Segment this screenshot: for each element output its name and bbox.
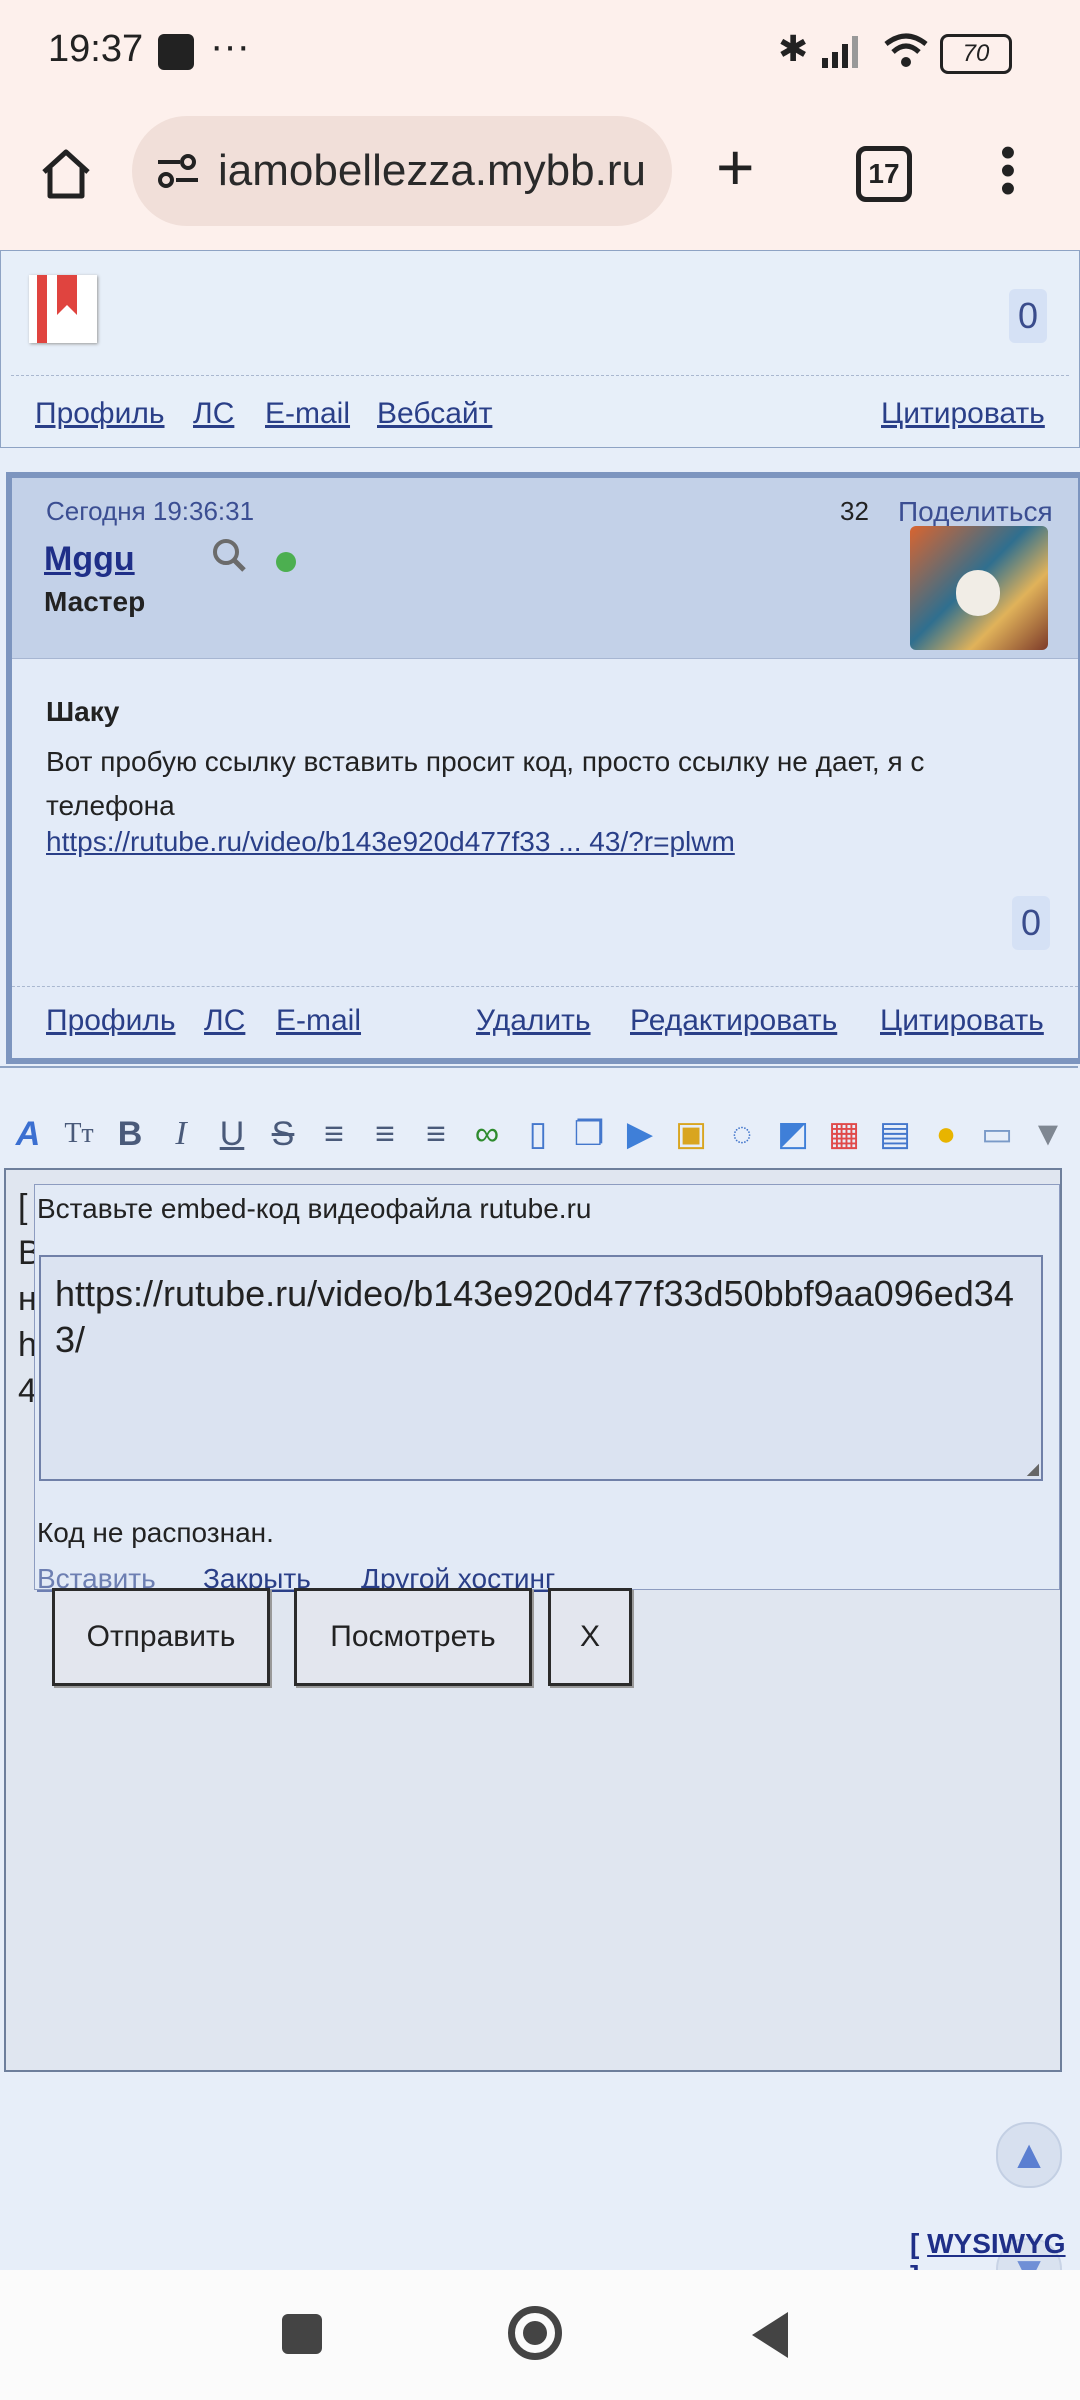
arrow-up-icon: ▲ [1009,2133,1049,2177]
status-time: 19:37 [48,28,144,70]
preview-button[interactable]: Посмотреть [294,1588,532,1686]
italic-icon[interactable]: I [161,1114,201,1154]
lock-icon[interactable]: ▣ [671,1114,711,1154]
status-bar: 19:37 ··· ✱ 70 [0,0,1080,104]
send-button[interactable]: Отправить [52,1588,270,1686]
signal-icon [822,36,858,68]
speech-icon[interactable]: ◌ [722,1114,762,1154]
browser-toolbar: iamobellezza.mybb.ru + 17 • • • [0,104,1080,251]
align-left-icon[interactable]: ≡ [314,1114,354,1154]
quote-link[interactable]: Цитировать [881,397,1045,431]
post-number: 32 [840,496,869,526]
post-body-link[interactable]: https://rutube.ru/video/b143e920d477f33 … [46,826,735,858]
image-icon[interactable]: ◩ [773,1114,813,1154]
search-icon-svg [213,539,246,572]
align-right-icon[interactable]: ≡ [416,1114,456,1154]
avatar[interactable] [910,526,1048,650]
system-nav-bar [0,2270,1080,2400]
recents-icon[interactable] [282,2314,322,2354]
post-rating[interactable]: 0 [1009,289,1047,343]
keyboard-icon[interactable]: ▭ [977,1114,1017,1154]
post-header: Сегодня 19:36:31 32 Поделиться Mggu Маст… [12,478,1078,659]
author-rank: Мастер [44,586,146,617]
resize-handle-icon[interactable]: ◢ [1027,1459,1039,1479]
home-dot [523,2321,547,2345]
post-current: Сегодня 19:36:31 32 Поделиться Mggu Маст… [6,472,1080,1064]
bookmark-logo [29,275,97,343]
site-settings-icon[interactable] [154,150,202,194]
wysiwyg-link[interactable]: WYSIWYG [927,2228,1065,2259]
url-text[interactable]: iamobellezza.mybb.ru [218,146,658,196]
embed-code-input[interactable]: https://rutube.ru/video/b143e920d477f33d… [39,1255,1043,1481]
post-previous: 0 Профиль ЛС E-mail Вебсайт Цитировать [0,250,1080,448]
divider [12,986,1078,987]
link-icon[interactable]: ∞ [467,1114,507,1154]
underline-icon[interactable]: U [212,1114,252,1154]
author-name[interactable]: Mggu [44,540,135,579]
bookmark-icon [37,275,77,343]
close-button[interactable]: X [548,1588,632,1686]
pm-link[interactable]: ЛС [193,397,234,431]
pm-link[interactable]: ЛС [204,1004,245,1038]
home-nav-icon[interactable] [508,2306,562,2360]
bold-icon[interactable]: B [110,1114,150,1154]
profile-link[interactable]: Профиль [35,397,165,431]
post-rating[interactable]: 0 [1012,896,1050,950]
embed-code-value: https://rutube.ru/video/b143e920d477f33d… [55,1273,1014,1360]
website-link[interactable]: Вебсайт [377,397,492,431]
forum-page: 0 Профиль ЛС E-mail Вебсайт Цитировать С… [0,250,1080,2270]
back-icon[interactable] [748,2310,792,2360]
post-quote-title: Шаку [46,696,120,727]
quote-link[interactable]: Цитировать [880,1004,1044,1038]
more-status-icon: ··· [210,24,250,68]
popup-title: Вставьте embed-код видеофайла rutube.ru [37,1193,592,1224]
battery-icon: 70 [940,34,1012,74]
editor-toolbar: A Tт B I U S ≡ ≡ ≡ ∞ ▯ ❐ ▶ ▣ ◌ ◩ ▦ ▤ ● ▭ ▼ [8,1114,1078,1154]
search-icon[interactable] [210,536,250,581]
copy-icon[interactable]: ❐ [569,1114,609,1154]
delete-link[interactable]: Удалить [476,1004,591,1038]
more-icon[interactable]: ▼ [1028,1114,1068,1154]
avatar-cat [956,570,1000,616]
font-icon[interactable]: A [8,1114,48,1154]
book-icon[interactable]: ▯ [518,1114,558,1154]
embed-video-popup: Вставьте embed-код видеофайла rutube.ru … [34,1184,1060,1594]
strike-icon[interactable]: S [263,1114,303,1154]
edit-link[interactable]: Редактировать [630,1004,837,1038]
smile-icon[interactable]: ● [926,1114,966,1154]
share-link[interactable]: Поделиться [898,496,1053,528]
profile-link[interactable]: Профиль [46,1004,176,1038]
size-icon[interactable]: Tт [59,1114,99,1154]
video-icon[interactable]: ▶ [620,1114,660,1154]
post-date[interactable]: Сегодня 19:36:31 [46,496,254,527]
post-body-text: Вот пробую ссылку вставить просит код, п… [46,746,925,821]
address-bar[interactable]: iamobellezza.mybb.ru [132,116,672,226]
new-tab-icon[interactable]: + [716,134,755,200]
email-link[interactable]: E-mail [276,1004,361,1038]
battery-level: 70 [962,40,990,67]
menu-icon[interactable]: • • • [998,131,1018,211]
popup-error-message: Код не распознан. [37,1517,274,1548]
wysiwyg-toggle[interactable]: [ WYSIWYG ] [910,2228,1078,2270]
divider [11,375,1069,376]
email-link[interactable]: E-mail [265,397,350,431]
tab-count: 17 [868,158,900,189]
align-center-icon[interactable]: ≡ [365,1114,405,1154]
home-icon[interactable] [38,146,94,202]
color-icon[interactable]: ▦ [824,1114,864,1154]
tab-switcher-button[interactable]: 17 [856,146,912,202]
online-status-icon [276,552,296,572]
wifi-icon [884,33,928,67]
mail-icon [158,34,194,70]
scroll-up-button[interactable]: ▲ [996,2122,1062,2188]
bluetooth-icon: ✱ [778,28,809,69]
table-icon[interactable]: ▤ [875,1114,915,1154]
